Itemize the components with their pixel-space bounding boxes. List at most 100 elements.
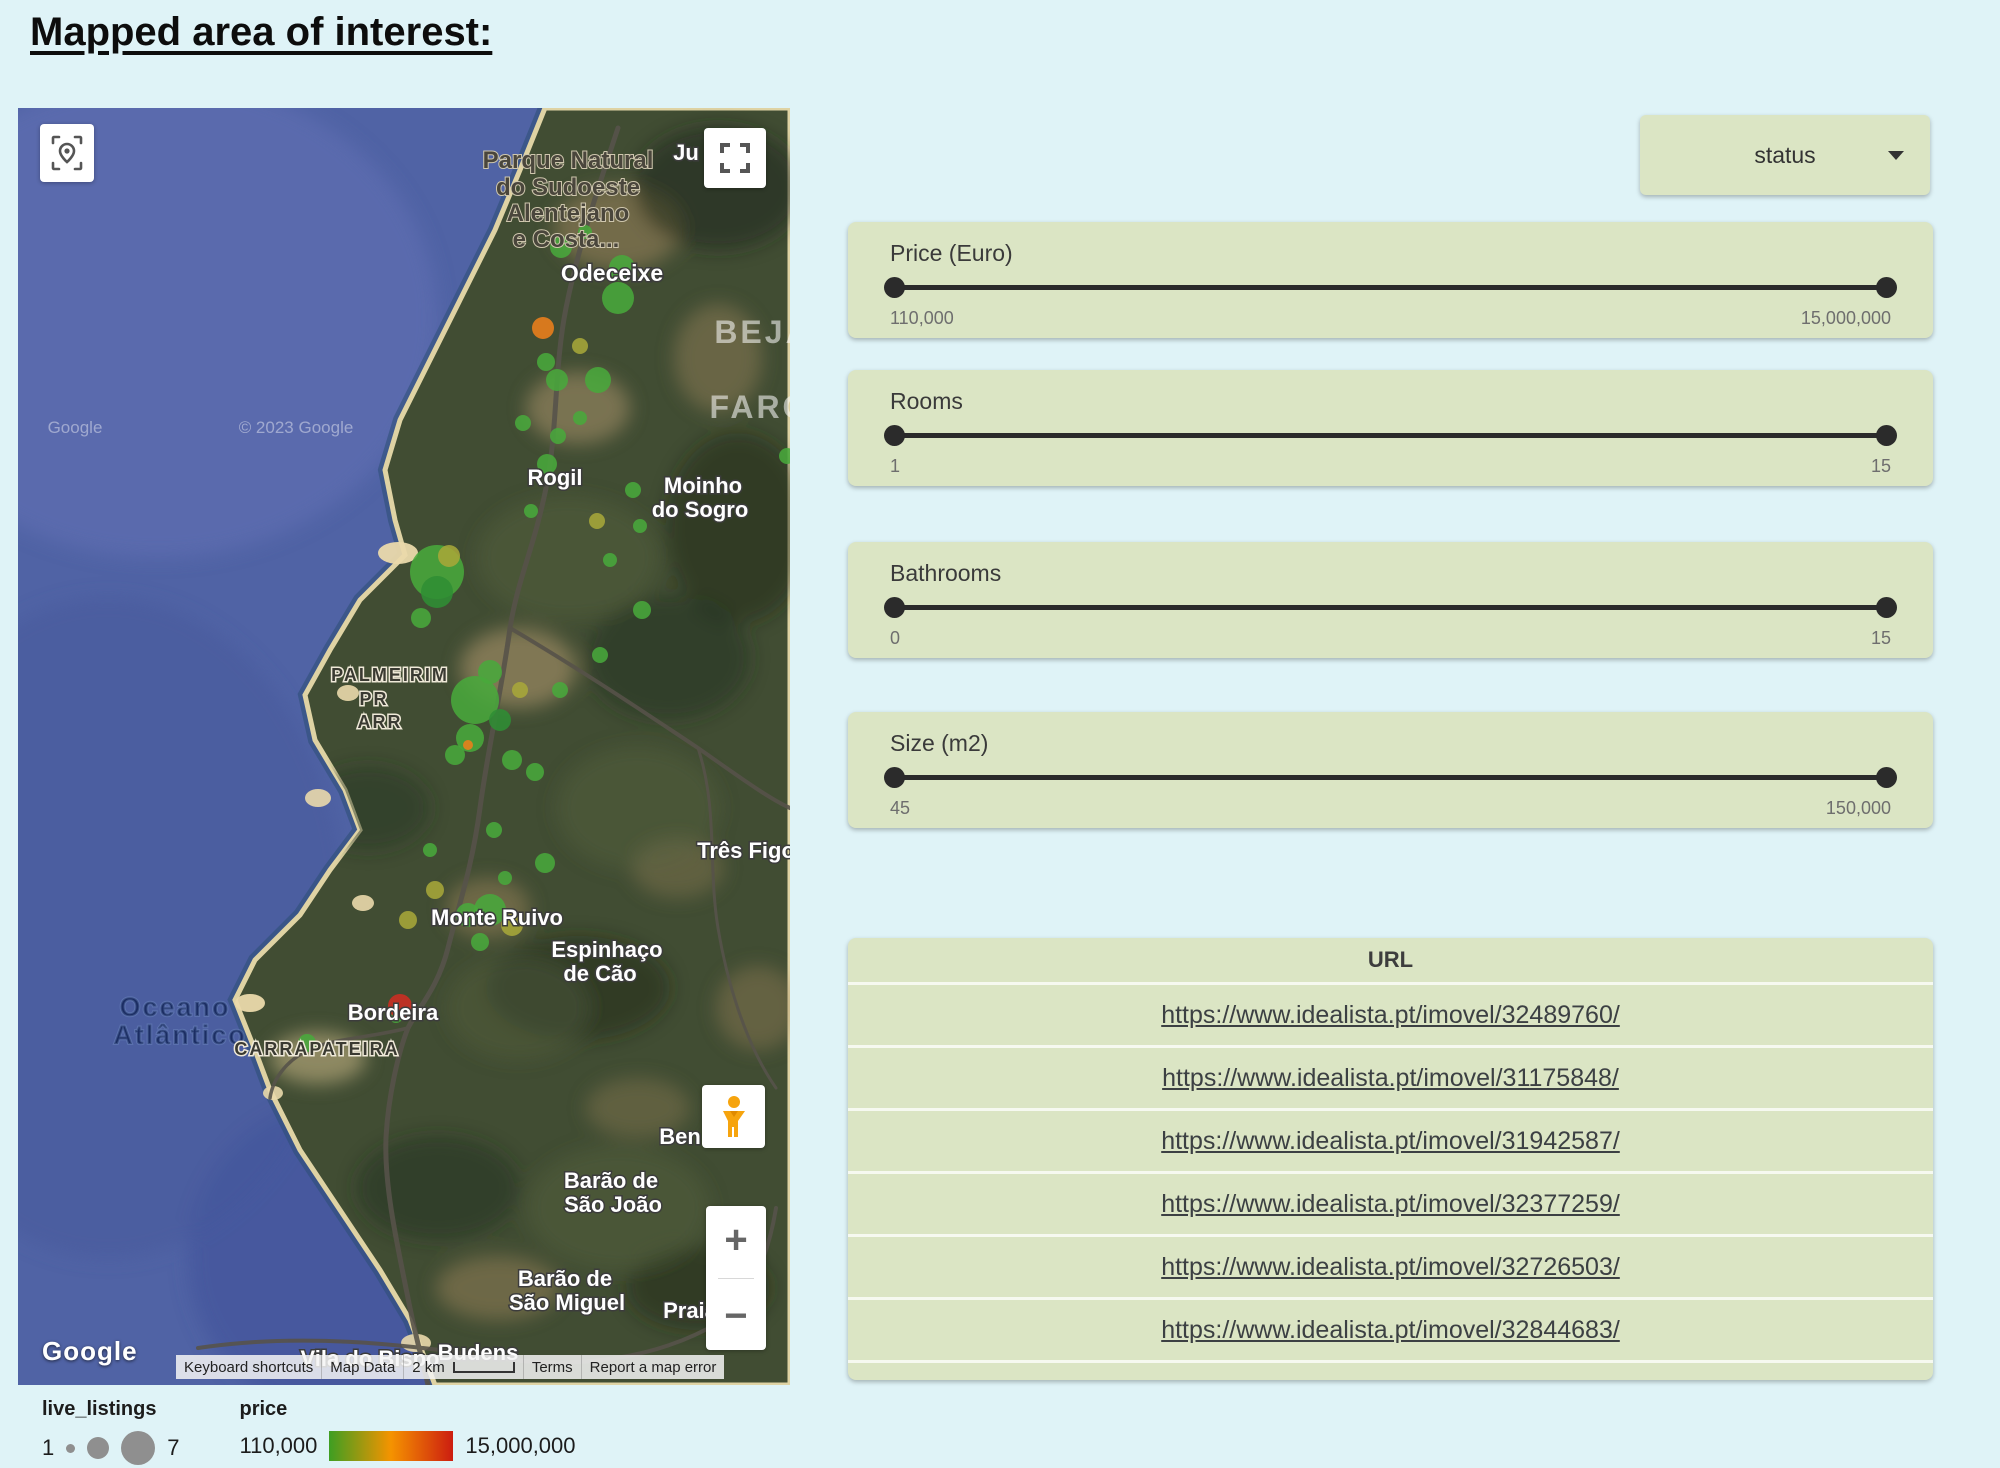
map-label: do Sudoeste — [496, 174, 640, 201]
bathrooms-slider-track[interactable] — [894, 605, 1887, 610]
map-label: São João — [564, 1192, 662, 1217]
listing-marker[interactable] — [573, 411, 587, 425]
map-label: Barão de — [518, 1266, 612, 1291]
url-link[interactable]: https://www.idealista.pt/imovel/32726503… — [1161, 1253, 1620, 1282]
listing-marker[interactable] — [512, 682, 528, 698]
price-slider-handle-max[interactable] — [1876, 277, 1897, 298]
listing-marker[interactable] — [463, 740, 473, 750]
listing-marker[interactable] — [524, 504, 538, 518]
url-table-row: https://www.idealista.pt/imovel/32049204… — [848, 1360, 1933, 1380]
report-map-error-link[interactable]: Report a map error — [581, 1355, 725, 1379]
price-slider-max: 15,000,000 — [1801, 308, 1891, 329]
zoom-divider — [718, 1278, 754, 1279]
listing-marker[interactable] — [535, 853, 555, 873]
legend-color-max: 15,000,000 — [465, 1433, 575, 1459]
map-label: Google — [48, 418, 103, 437]
listing-marker[interactable] — [625, 482, 641, 498]
listing-marker[interactable] — [515, 415, 531, 431]
listing-marker[interactable] — [471, 933, 489, 951]
rooms-slider-track[interactable] — [894, 433, 1887, 438]
listing-marker[interactable] — [411, 608, 431, 628]
map-label: PALMEIRIM — [331, 665, 449, 685]
price-slider-track[interactable] — [894, 285, 1887, 290]
listing-marker[interactable] — [486, 822, 502, 838]
price-slider-handle-min[interactable] — [884, 277, 905, 298]
map-label: Moinho — [664, 473, 742, 498]
listing-marker[interactable] — [585, 367, 611, 393]
keyboard-shortcuts-link[interactable]: Keyboard shortcuts — [176, 1355, 321, 1379]
map-label: do Sogro — [652, 497, 749, 522]
map-canvas[interactable]: Parque Naturaldo SudoesteAlentejanoe Cos… — [18, 108, 790, 1385]
map-label: Monte Ruivo — [431, 905, 563, 930]
listing-marker[interactable] — [592, 647, 608, 663]
google-logo: Google — [42, 1336, 138, 1367]
listing-marker[interactable] — [552, 682, 568, 698]
legend-size-min: 1 — [42, 1435, 54, 1461]
zoom-out-button[interactable]: − — [706, 1288, 766, 1344]
listing-marker[interactable] — [603, 553, 617, 567]
status-dropdown-label: status — [1754, 142, 1815, 169]
fullscreen-button[interactable] — [704, 128, 766, 188]
listing-marker[interactable] — [633, 519, 647, 533]
listing-marker[interactable] — [502, 750, 522, 770]
listing-marker[interactable] — [550, 428, 566, 444]
url-link[interactable]: https://www.idealista.pt/imovel/32377259… — [1161, 1190, 1620, 1219]
listing-marker[interactable] — [399, 911, 417, 929]
legend-circle-medium — [87, 1437, 109, 1459]
bathrooms-slider-handle-max[interactable] — [1876, 597, 1897, 618]
size-slider-handle-max[interactable] — [1876, 767, 1897, 788]
status-dropdown[interactable]: status — [1640, 115, 1930, 195]
terms-link[interactable]: Terms — [523, 1355, 581, 1379]
listing-marker[interactable] — [589, 513, 605, 529]
map-label: Espinhaço — [551, 937, 662, 962]
listing-marker[interactable] — [537, 353, 555, 371]
size-slider-handle-min[interactable] — [884, 767, 905, 788]
size-slider-track[interactable] — [894, 775, 1887, 780]
legend-circle-large — [121, 1431, 155, 1465]
listing-marker[interactable] — [489, 709, 511, 731]
rooms-slider-label: Rooms — [890, 388, 963, 415]
map-label: Ben — [659, 1124, 701, 1149]
listing-marker[interactable] — [633, 601, 651, 619]
url-link[interactable]: https://www.idealista.pt/imovel/31175848… — [1162, 1064, 1619, 1093]
rooms-slider-handle-min[interactable] — [884, 425, 905, 446]
listing-marker[interactable] — [526, 763, 544, 781]
url-link[interactable]: https://www.idealista.pt/imovel/31942587… — [1161, 1127, 1620, 1156]
url-table-row: https://www.idealista.pt/imovel/31175848… — [848, 1045, 1933, 1108]
scale-ruler — [453, 1362, 515, 1373]
listing-marker[interactable] — [438, 545, 460, 567]
listing-marker[interactable] — [498, 871, 512, 885]
legend-size-max: 7 — [167, 1435, 179, 1461]
url-table-row: https://www.idealista.pt/imovel/32844683… — [848, 1297, 1933, 1360]
legend-circle-small — [66, 1444, 75, 1453]
url-link[interactable]: https://www.idealista.pt/imovel/32844683… — [1161, 1316, 1620, 1345]
map-label: São Miguel — [509, 1290, 625, 1315]
zoom-in-button[interactable]: + — [706, 1212, 766, 1268]
listing-marker[interactable] — [478, 660, 502, 684]
draw-area-button[interactable] — [40, 124, 94, 182]
map-label: e Costa... — [513, 226, 620, 253]
map-label: BEJA — [714, 314, 790, 350]
legend: live_listings 1 7 price 110,000 15,000,0… — [42, 1398, 576, 1465]
map-label: Atlântico — [113, 1020, 247, 1050]
pegman-button[interactable] — [702, 1085, 765, 1148]
map-label: de Cão — [563, 961, 636, 986]
rooms-slider-handle-max[interactable] — [1876, 425, 1897, 446]
url-link[interactable]: https://www.idealista.pt/imovel/32049204… — [1161, 1379, 1620, 1381]
url-table-row: https://www.idealista.pt/imovel/32489760… — [848, 982, 1933, 1045]
listing-marker[interactable] — [532, 317, 554, 339]
listing-marker[interactable] — [423, 843, 437, 857]
url-table: URL https://www.idealista.pt/imovel/3248… — [848, 938, 1933, 1380]
listing-marker[interactable] — [572, 338, 588, 354]
map-data-link[interactable]: Map Data — [321, 1355, 403, 1379]
listing-marker[interactable] — [602, 282, 634, 314]
listing-marker[interactable] — [426, 881, 444, 899]
map-svg: Parque Naturaldo SudoesteAlentejanoe Cos… — [18, 108, 790, 1385]
map-label: ARR — [358, 712, 403, 732]
listing-marker[interactable] — [421, 576, 453, 608]
url-link[interactable]: https://www.idealista.pt/imovel/32489760… — [1161, 1001, 1620, 1030]
url-table-row: https://www.idealista.pt/imovel/32377259… — [848, 1171, 1933, 1234]
listing-marker[interactable] — [546, 369, 568, 391]
bathrooms-slider-handle-min[interactable] — [884, 597, 905, 618]
listing-marker[interactable] — [445, 745, 465, 765]
